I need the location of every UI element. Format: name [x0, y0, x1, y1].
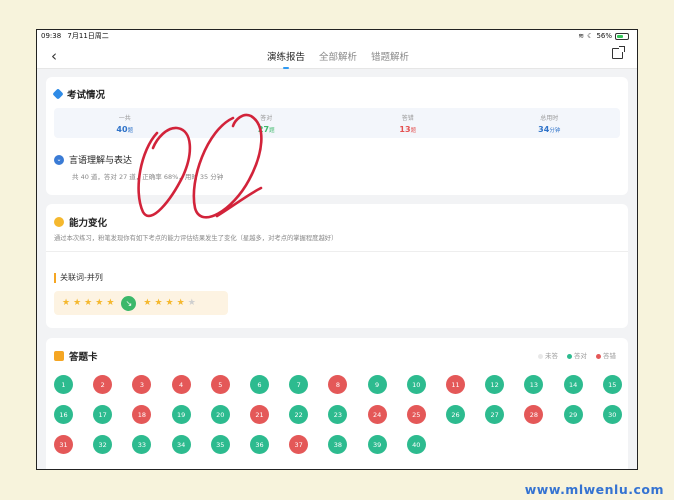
tablet-screen: 09:38 7月11日周二 ≋ ☾ 56% ‹ 演练报告 全部解析 错题解析 考… [36, 29, 638, 470]
watermark: www.mlwenlu.com [524, 482, 664, 497]
handwritten-annotation [137, 113, 263, 219]
